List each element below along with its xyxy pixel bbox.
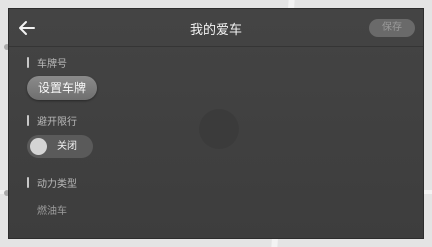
plate-section-label: 车牌号 bbox=[27, 55, 67, 70]
watermark bbox=[199, 109, 239, 149]
power-section-label: 动力类型 bbox=[27, 175, 77, 190]
plate-label-text: 车牌号 bbox=[37, 59, 67, 70]
section-marker bbox=[27, 115, 29, 126]
header: 我的爱车 保存 bbox=[9, 9, 423, 47]
set-plate-button[interactable]: 设置车牌 bbox=[27, 76, 97, 100]
restriction-toggle[interactable]: 关闭 bbox=[27, 135, 93, 158]
section-marker bbox=[27, 57, 29, 68]
page-title: 我的爱车 bbox=[189, 23, 242, 38]
toggle-knob bbox=[30, 138, 47, 155]
restriction-section-label: 避开限行 bbox=[27, 113, 77, 128]
section-marker bbox=[27, 177, 29, 188]
power-type-value[interactable]: 燃油车 bbox=[37, 202, 67, 217]
toggle-state-label: 关闭 bbox=[57, 141, 77, 152]
restriction-label-text: 避开限行 bbox=[37, 117, 77, 128]
my-car-panel: 我的爱车 保存 车牌号 设置车牌 避开限行 关闭 动力类型 燃油车 bbox=[8, 8, 424, 239]
save-button[interactable]: 保存 bbox=[369, 19, 415, 37]
power-label-text: 动力类型 bbox=[37, 179, 77, 190]
